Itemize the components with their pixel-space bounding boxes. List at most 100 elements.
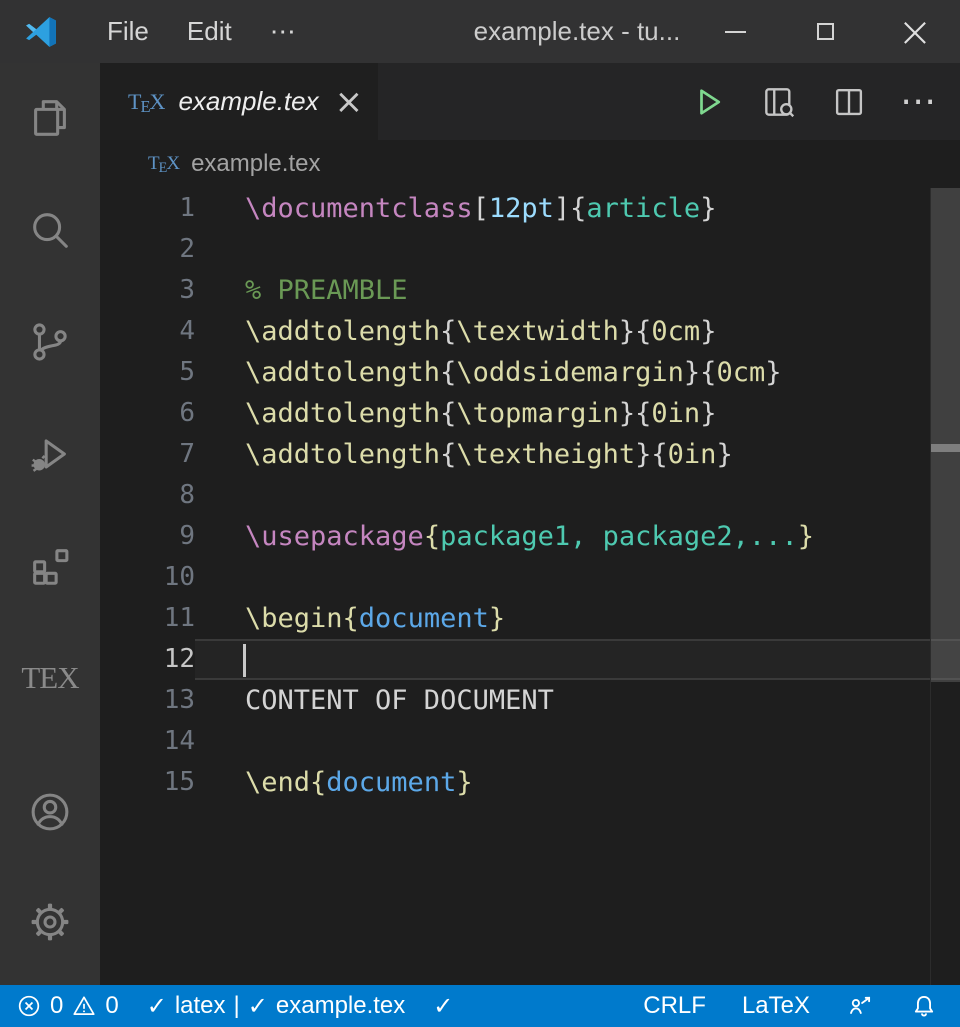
- activity-search[interactable]: [0, 200, 100, 260]
- activity-account[interactable]: [0, 782, 100, 842]
- code-line[interactable]: 9\usepackage{package1, package2,...}: [100, 516, 960, 557]
- problems-indicator[interactable]: 0 0: [16, 992, 119, 1020]
- activity-bar: TEX: [0, 63, 100, 985]
- activity-extensions[interactable]: [0, 536, 100, 596]
- line-number: 2: [100, 229, 195, 270]
- breadcrumb[interactable]: TEX example.tex: [100, 140, 960, 188]
- notifications-button[interactable]: [910, 992, 938, 1020]
- code-editor[interactable]: 1\documentclass[12pt]{article}23% PREAMB…: [100, 188, 960, 985]
- more-actions-button[interactable]: ⋯: [898, 81, 940, 123]
- code-line[interactable]: 3% PREAMBLE: [100, 270, 960, 311]
- activity-source-control[interactable]: [0, 312, 100, 372]
- code-line[interactable]: 14: [100, 721, 960, 762]
- maximize-icon: [817, 23, 834, 40]
- menu-overflow[interactable]: ⋯: [251, 16, 315, 47]
- line-number: 4: [100, 311, 195, 352]
- line-number: 12: [100, 639, 195, 680]
- status-bar: 0 0 ✓ latex | ✓ example.tex ✓ CRLF LaTeX: [0, 985, 960, 1027]
- breadcrumb-file[interactable]: example.tex: [191, 150, 320, 178]
- search-icon: [27, 207, 73, 253]
- minimize-button[interactable]: [690, 0, 780, 63]
- line-number: 9: [100, 516, 195, 557]
- build-latex-button[interactable]: [688, 81, 730, 123]
- line-number: 3: [100, 270, 195, 311]
- code-line[interactable]: 10: [100, 557, 960, 598]
- gear-icon: [27, 899, 73, 945]
- tex-file-icon: TEX: [128, 89, 164, 115]
- linted-file: example.tex: [276, 992, 405, 1020]
- code-text: [195, 475, 960, 516]
- code-line[interactable]: 15\end{document}: [100, 762, 960, 803]
- extensions-icon: [27, 543, 73, 589]
- close-button[interactable]: ×: [870, 0, 960, 63]
- code-line[interactable]: 13CONTENT OF DOCUMENT: [100, 680, 960, 721]
- eol-indicator[interactable]: CRLF: [643, 992, 706, 1020]
- warning-count: 0: [105, 992, 118, 1020]
- vscode-logo-icon: [22, 13, 60, 51]
- activity-run-debug[interactable]: [0, 424, 100, 484]
- linter-label: latex: [175, 992, 226, 1020]
- activity-settings[interactable]: [0, 892, 100, 952]
- code-text: \addtolength{\textheight}{0in}: [195, 434, 960, 475]
- line-number: 15: [100, 762, 195, 803]
- code-line[interactable]: 12: [100, 639, 960, 680]
- line-number: 6: [100, 393, 195, 434]
- code-line[interactable]: 7\addtolength{\textheight}{0in}: [100, 434, 960, 475]
- code-line[interactable]: 5\addtolength{\oddsidemargin}{0cm}: [100, 352, 960, 393]
- status-bar-right: CRLF LaTeX: [643, 992, 938, 1020]
- activity-latex-workshop[interactable]: TEX: [0, 648, 100, 708]
- tab-close-button[interactable]: ×: [335, 85, 364, 119]
- feedback-button[interactable]: [846, 992, 874, 1020]
- code-text: \end{document}: [195, 762, 960, 803]
- linter-status[interactable]: ✓ latex | ✓ example.tex: [147, 992, 406, 1020]
- code-text: [195, 639, 960, 680]
- menu-edit[interactable]: Edit: [168, 16, 251, 47]
- text-cursor: [243, 644, 246, 677]
- code-line[interactable]: 2: [100, 229, 960, 270]
- code-line[interactable]: 11\begin{document}: [100, 598, 960, 639]
- tex-icon: TEX: [21, 660, 78, 696]
- window-title: example.tex - tu...: [474, 16, 681, 47]
- code-text: \addtolength{\textwidth}{0cm}: [195, 311, 960, 352]
- maximize-button[interactable]: [780, 0, 870, 63]
- scrollbar-thumb[interactable]: [931, 188, 960, 682]
- separator: |: [234, 992, 240, 1020]
- vscode-window: File Edit ⋯ example.tex - tu... ×: [0, 0, 960, 1027]
- files-icon: [27, 95, 73, 141]
- code-line[interactable]: 1\documentclass[12pt]{article}: [100, 188, 960, 229]
- tab-example-tex[interactable]: TEX example.tex ×: [100, 63, 378, 140]
- menu-file[interactable]: File: [88, 16, 168, 47]
- split-editor-button[interactable]: [828, 81, 870, 123]
- check-icon: ✓: [248, 992, 268, 1020]
- editor-group: TEX example.tex ×: [100, 63, 960, 985]
- run-icon: [691, 84, 727, 120]
- code-line[interactable]: 6\addtolength{\topmargin}{0in}: [100, 393, 960, 434]
- code-text: [195, 557, 960, 598]
- tab-label: example.tex: [178, 86, 318, 117]
- warning-icon: [71, 993, 97, 1019]
- line-number: 10: [100, 557, 195, 598]
- close-icon: ×: [897, 11, 932, 53]
- code-text: \documentclass[12pt]{article}: [195, 188, 960, 229]
- line-number: 1: [100, 188, 195, 229]
- code-text: [195, 229, 960, 270]
- window-controls: ×: [690, 0, 960, 63]
- code-line[interactable]: 8: [100, 475, 960, 516]
- overview-ruler-cursor-marker: [931, 444, 960, 452]
- code-text: \usepackage{package1, package2,...}: [195, 516, 960, 557]
- error-count: 0: [50, 992, 63, 1020]
- ellipsis-icon: ⋯: [900, 93, 938, 111]
- minimize-icon: [725, 31, 746, 33]
- bell-icon: [910, 992, 938, 1020]
- code-text: \begin{document}: [195, 598, 960, 639]
- view-pdf-button[interactable]: [758, 81, 800, 123]
- line-number: 8: [100, 475, 195, 516]
- build-status[interactable]: ✓: [433, 992, 453, 1020]
- activity-explorer[interactable]: [0, 88, 100, 148]
- line-number: 13: [100, 680, 195, 721]
- code-line[interactable]: 4\addtolength{\textwidth}{0cm}: [100, 311, 960, 352]
- vertical-scrollbar[interactable]: [930, 188, 960, 985]
- line-number: 14: [100, 721, 195, 762]
- error-icon: [16, 993, 42, 1019]
- language-mode[interactable]: LaTeX: [742, 992, 810, 1020]
